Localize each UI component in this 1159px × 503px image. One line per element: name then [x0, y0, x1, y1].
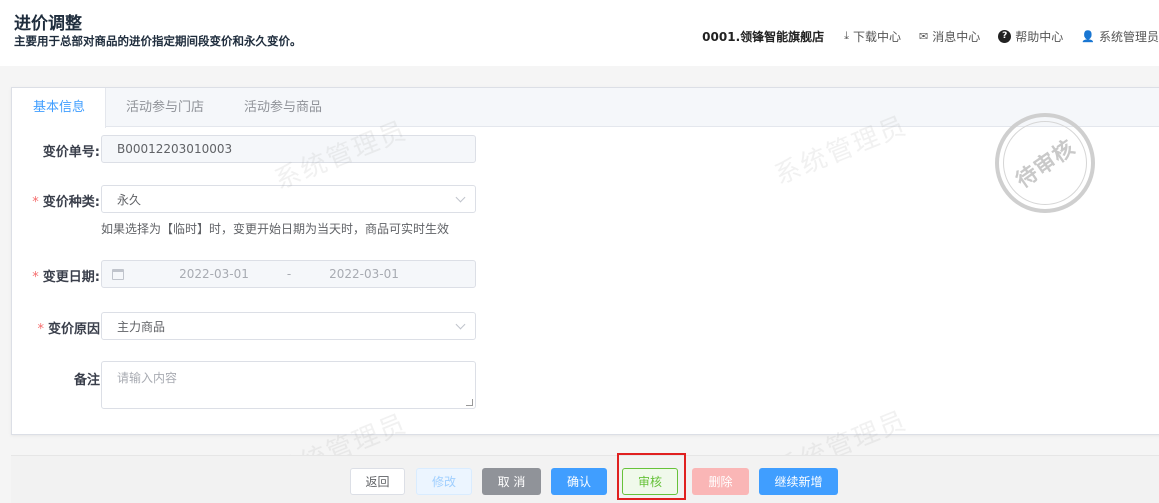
reason-select[interactable]: 主力商品 — [101, 312, 476, 340]
message-center-label: 消息中心 — [932, 29, 981, 44]
delete-button[interactable]: 删除 — [692, 468, 749, 495]
back-button[interactable]: 返回 — [350, 468, 405, 495]
confirm-button[interactable]: 确认 — [551, 468, 607, 495]
order-no-field: B00012203010003 — [101, 135, 476, 163]
resize-handle[interactable] — [466, 399, 473, 406]
pending-review-stamp: 待审核 — [995, 113, 1095, 213]
chevron-down-icon — [455, 319, 466, 330]
download-center-label: 下载中心 — [853, 29, 902, 44]
remark-textarea[interactable]: 请输入内容 — [101, 361, 476, 409]
order-no-value: B00012203010003 — [117, 142, 233, 156]
download-center-link[interactable]: ⤓ 下载中心 — [844, 28, 901, 45]
chevron-down-icon — [455, 192, 466, 203]
message-center-link[interactable]: ✉ 消息中心 — [919, 28, 980, 45]
user-name: 系统管理员 — [1098, 29, 1159, 44]
date-separator: - — [286, 267, 292, 281]
continue-add-button[interactable]: 继续新增 — [759, 468, 838, 495]
stamp-text: 待审核 — [1011, 135, 1080, 193]
store-name: 0001.领锋智能旗舰店 — [702, 29, 825, 44]
user-menu[interactable]: 👤 系统管理员 — [1081, 28, 1159, 45]
price-type-label: * 变价种类: — [32, 195, 100, 210]
required-mark: * — [32, 270, 39, 285]
required-mark: * — [32, 195, 39, 210]
remark-label: 备注 — [73, 373, 100, 388]
change-date-label: * 变更日期: — [32, 270, 100, 285]
price-type-select[interactable]: 永久 — [101, 185, 476, 213]
form-card: 基本信息 活动参与门店 活动参与商品 变价单号: B00012203010003… — [11, 87, 1159, 435]
page-header: 进价调整 主要用于总部对商品的进价指定期间段变价和永久变价。 0001.领锋智能… — [0, 0, 1159, 66]
required-mark: * — [37, 322, 44, 337]
date-range-picker[interactable]: 2022-03-01 - 2022-03-01 — [101, 260, 476, 288]
tab-basic-info[interactable]: 基本信息 — [12, 88, 107, 128]
help-center-label: 帮助中心 — [1015, 29, 1064, 44]
cancel-button[interactable]: 取 消 — [482, 468, 541, 495]
price-type-value: 永久 — [117, 192, 142, 207]
order-no-label: 变价单号: — [42, 145, 100, 160]
header-toolbar: 0001.领锋智能旗舰店 ⤓ 下载中心 ✉ 消息中心 ? 帮助中心 👤 系统管理… — [702, 27, 1159, 45]
tab-bar: 基本信息 活动参与门店 活动参与商品 — [12, 88, 1159, 128]
reason-value: 主力商品 — [117, 319, 166, 334]
help-center-link[interactable]: ? 帮助中心 — [998, 28, 1063, 45]
action-bar: 返回 修改 取 消 确认 审核 删除 继续新增 — [11, 455, 1159, 503]
tab-participating-products[interactable]: 活动参与商品 — [224, 88, 342, 128]
page-subtitle: 主要用于总部对商品的进价指定期间段变价和永久变价。 — [14, 34, 302, 48]
date-end: 2022-03-01 — [329, 267, 399, 281]
reason-label: * 变价原因 — [37, 322, 100, 337]
page-title: 进价调整 — [14, 14, 82, 34]
remark-placeholder: 请输入内容 — [117, 371, 178, 385]
calendar-icon — [112, 268, 124, 280]
edit-button[interactable]: 修改 — [416, 468, 472, 495]
price-type-hint: 如果选择为【临时】时，变更开始日期为当天时，商品可实时生效 — [101, 222, 450, 236]
user-icon: 👤 — [1081, 29, 1095, 43]
audit-button[interactable]: 审核 — [622, 468, 678, 495]
mail-icon: ✉ — [919, 29, 929, 43]
download-icon: ⤓ — [844, 29, 850, 42]
question-circle-icon: ? — [998, 29, 1012, 43]
date-start: 2022-03-01 — [179, 267, 249, 281]
tab-participating-stores[interactable]: 活动参与门店 — [106, 88, 224, 128]
